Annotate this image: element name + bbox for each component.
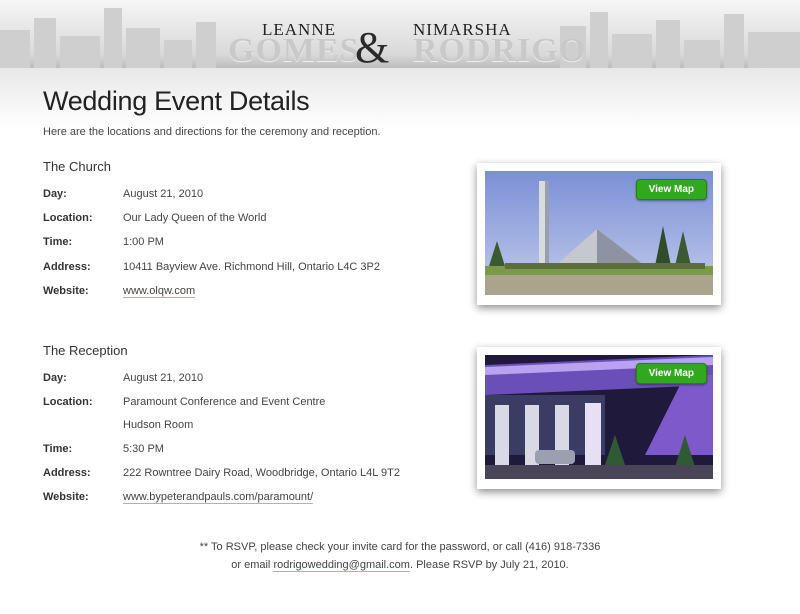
church-section-title: The Church [43, 159, 111, 174]
page-intro: Here are the locations and directions fo… [43, 126, 381, 138]
website-label: Website: [43, 285, 89, 297]
day-value: August 21, 2010 [123, 188, 204, 200]
day-label: Day: [43, 372, 67, 384]
address-value: 10411 Bayview Ave. Richmond Hill, Ontari… [123, 261, 381, 273]
rsvp-email-link[interactable]: rodrigowedding@gmail.com [273, 559, 410, 572]
reception-website-link[interactable]: www.bypeterandpauls.com/paramount/ [123, 491, 314, 504]
address-label: Address: [43, 467, 91, 479]
reception-view-map-button[interactable]: View Map [635, 363, 707, 384]
rsvp-deadline: . Please RSVP by July 21, 2010. [409, 559, 569, 571]
church-website-link[interactable]: www.olqw.com [123, 285, 196, 298]
address-value: 222 Rowntree Dairy Road, Woodbridge, Ont… [123, 467, 400, 479]
ampersand-logo: & [355, 23, 390, 68]
time-value: 5:30 PM [123, 443, 164, 455]
couple-names: LEANNE GOMES & NIMARSHA RODRIGO [0, 14, 800, 68]
groom-last-name: RODRIGO [413, 32, 587, 68]
time-label: Time: [43, 443, 73, 455]
address-label: Address: [43, 261, 91, 273]
site-header: LEANNE GOMES & NIMARSHA RODRIGO [0, 0, 800, 68]
time-label: Time: [43, 236, 73, 248]
church-view-map-button[interactable]: View Map [635, 179, 707, 200]
location-label: Location: [43, 212, 93, 224]
reception-section-title: The Reception [43, 343, 128, 358]
day-label: Day: [43, 188, 67, 200]
website-label: Website: [43, 491, 89, 503]
location-value: Our Lady Queen of the World [123, 212, 267, 224]
day-value: August 21, 2010 [123, 372, 204, 384]
bride-last-name: GOMES [228, 32, 360, 68]
time-value: 1:00 PM [123, 236, 164, 248]
room-value: Hudson Room [123, 419, 194, 431]
location-label: Location: [43, 396, 93, 408]
rsvp-email-prefix: or email [231, 559, 274, 571]
reception-photo-card: View Map [477, 347, 721, 489]
church-photo-card: View Map [477, 163, 721, 305]
page-title: Wedding Event Details [43, 86, 310, 116]
location-value: Paramount Conference and Event Centre [123, 396, 326, 408]
rsvp-note-line1: ** To RSVP, please check your invite car… [199, 541, 601, 553]
rsvp-note-line2: or email rodrigowedding@gmail.com. Pleas… [0, 559, 800, 572]
